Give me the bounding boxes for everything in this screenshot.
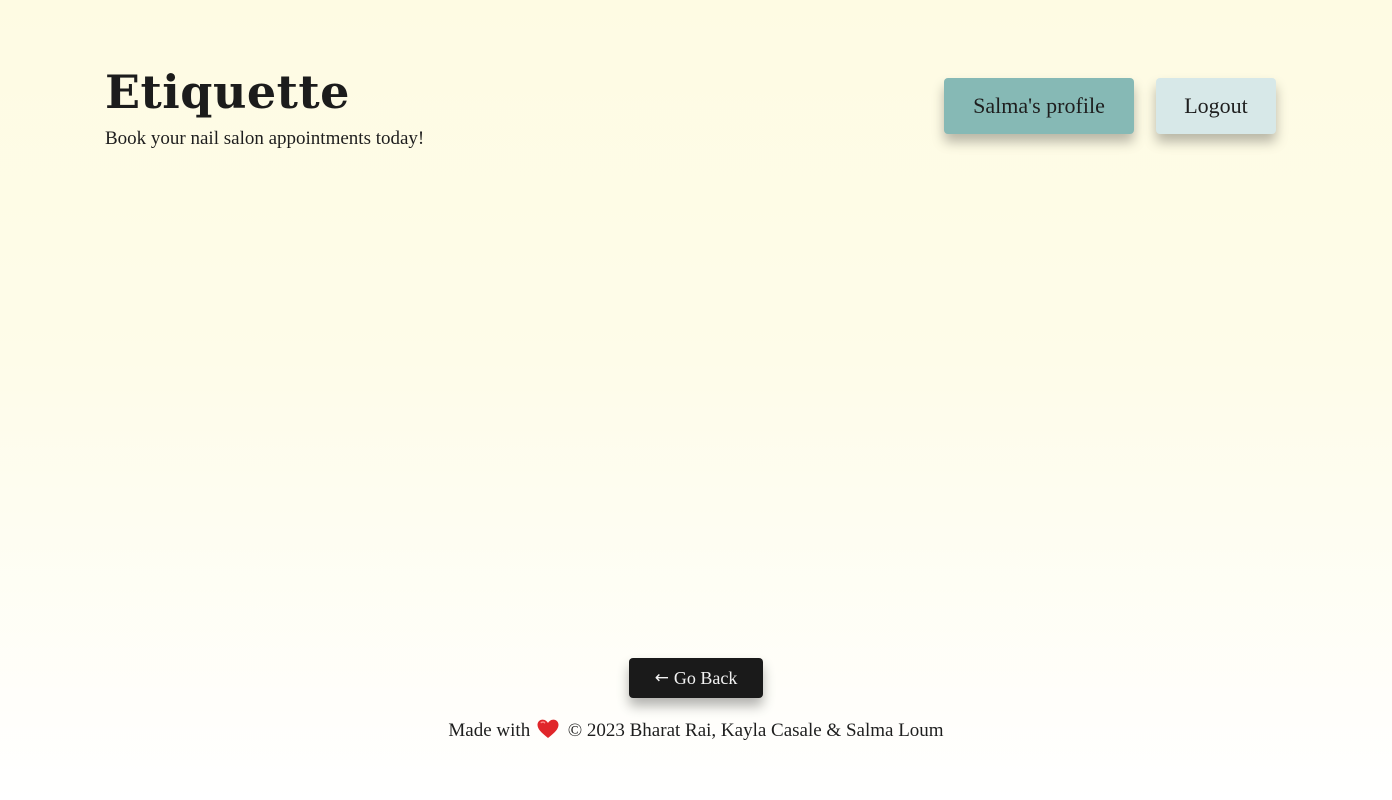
app-tagline: Book your nail salon appointments today! — [105, 128, 425, 149]
go-back-label: Go Back — [673, 667, 738, 688]
footer-credits: © 2023 Bharat Rai, Kayla Casale & Salma … — [567, 720, 944, 741]
left-arrow-icon: ← — [654, 667, 669, 688]
go-back-button[interactable]: ← Go Back — [629, 658, 763, 698]
heart-icon — [537, 719, 559, 747]
page-footer: Made with © 2023 Bharat Rai, Kayla Casal… — [0, 718, 1392, 747]
footer-made-with: Made with — [448, 720, 531, 741]
top-nav: Salma's profile Logout — [944, 78, 1276, 134]
profile-button[interactable]: Salma's profile — [944, 78, 1134, 134]
app-title[interactable]: Etiquette — [105, 62, 424, 122]
logout-button[interactable]: Logout — [1156, 78, 1276, 134]
brand: Etiquette Book your nail salon appointme… — [105, 62, 424, 151]
